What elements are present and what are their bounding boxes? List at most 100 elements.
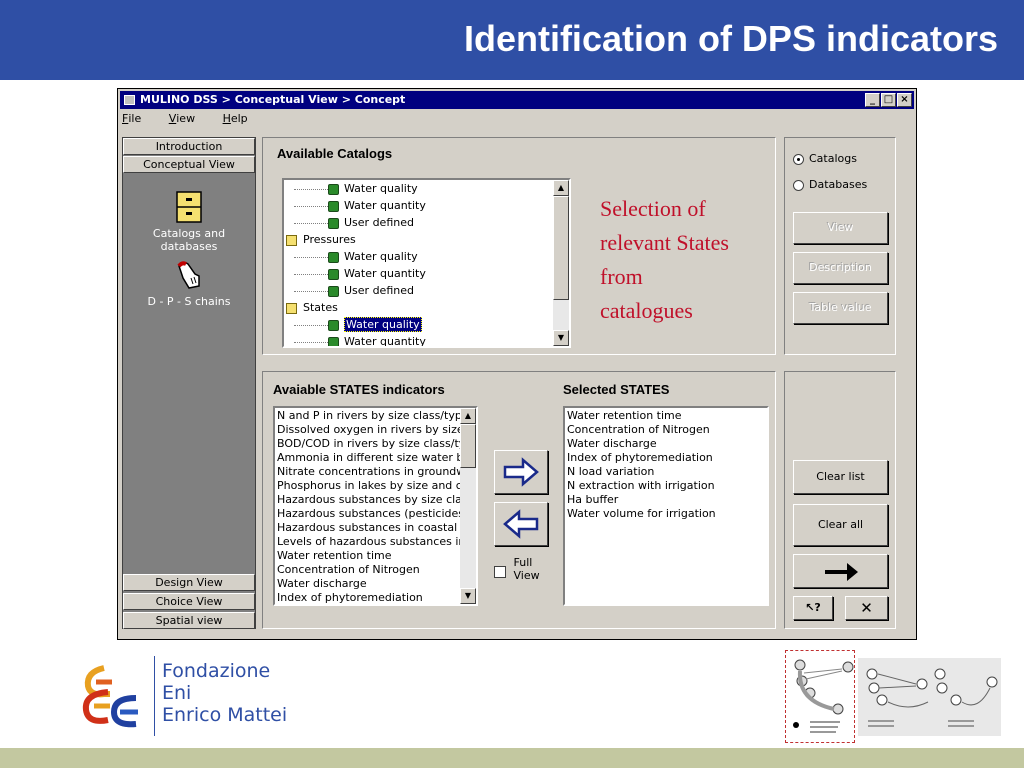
description-button[interactable]: Description (793, 252, 888, 284)
available-states-list[interactable]: N and P in rivers by size class/type Diss… (273, 406, 478, 606)
scroll-thumb[interactable] (460, 424, 476, 468)
nav-introduction[interactable]: Introduction (123, 138, 255, 155)
tree-leaf[interactable]: Water quality (286, 180, 551, 197)
catalog-tree[interactable]: Water quality Water quantity User defined P… (282, 178, 571, 348)
tree-label: Water quality (344, 317, 422, 332)
list-item[interactable]: Concentration of Nitrogen (565, 423, 767, 437)
scroll-up-icon[interactable]: ▲ (460, 408, 476, 424)
actions-panel: Clear list Clear all ↖? ✕ (784, 371, 896, 629)
catalog-tree-scrollbar[interactable]: ▲ ▼ (553, 180, 569, 346)
catalog-folder-icon (286, 234, 297, 246)
list-item[interactable]: N load variation (565, 465, 767, 479)
add-selection-button[interactable] (494, 450, 548, 494)
nav-catalogs-and-databases[interactable]: Catalogs and databases (123, 190, 255, 253)
list-item[interactable]: Index of phytoremediation (565, 451, 767, 465)
app-icon (124, 95, 135, 105)
list-item[interactable]: Levels of hazardous substances in n (275, 535, 476, 549)
list-item[interactable]: N extraction with irrigation (565, 479, 767, 493)
window-titlebar[interactable]: MULINO DSS > Conceptual View > Concept _… (120, 91, 914, 109)
scroll-down-icon[interactable]: ▼ (553, 330, 569, 346)
radio-empty-icon (793, 179, 804, 191)
tree-leaf[interactable]: Water quantity (286, 333, 551, 346)
menu-view[interactable]: View (169, 112, 195, 125)
table-value-button[interactable]: Table value (793, 292, 888, 324)
tree-connector (294, 273, 328, 275)
scroll-down-icon[interactable]: ▼ (460, 588, 476, 604)
scroll-up-icon[interactable]: ▲ (553, 180, 569, 196)
catalog-item-icon (328, 319, 339, 331)
slide-footer (0, 748, 1024, 768)
dps-chain-diagram-icon (793, 659, 854, 733)
tree-label: Water quantity (344, 267, 426, 280)
maximize-button[interactable]: □ (881, 93, 896, 107)
scroll-thumb[interactable] (553, 196, 569, 300)
next-button[interactable] (793, 554, 888, 588)
window-title: MULINO DSS > Conceptual View > Concept (140, 93, 406, 106)
list-item[interactable]: BOD/COD in rivers by size class/typ (275, 437, 472, 451)
list-item[interactable]: Ammonia in different size water bodie (275, 451, 476, 465)
minimize-button[interactable]: _ (865, 93, 880, 107)
tree-leaf[interactable]: User defined (286, 282, 551, 299)
view-button[interactable]: View (793, 212, 888, 244)
menu-file[interactable]: File (122, 112, 141, 125)
nav-tile-label: Catalogs and databases (152, 227, 226, 253)
list-item[interactable]: Water retention time (275, 549, 460, 563)
menu-help[interactable]: Help (223, 112, 248, 125)
tree-leaf[interactable]: Water quality (286, 316, 551, 333)
nav-dps-chains[interactable]: D - P - S chains (123, 258, 255, 308)
tree-connector (294, 205, 328, 207)
list-item[interactable]: Water discharge (565, 437, 767, 451)
hand-pointer-icon (177, 261, 200, 289)
nav-choice-view[interactable]: Choice View (123, 593, 255, 610)
list-item[interactable]: Hazardous substances by size class (275, 493, 473, 507)
catalogs-radio[interactable]: Catalogs (793, 152, 857, 165)
tree-leaf[interactable]: User defined (286, 214, 551, 231)
tree-leaf[interactable]: Water quality (286, 248, 551, 265)
databases-radio[interactable]: Databases (793, 178, 867, 191)
list-item[interactable]: Ha buffer (565, 493, 767, 507)
feem-logo-icon (82, 665, 138, 728)
tree-connector (294, 222, 328, 224)
list-item[interactable]: N and P in rivers by size class/type (275, 409, 469, 423)
list-item[interactable]: Water retention time (565, 409, 767, 423)
list-item[interactable]: Hazardous substances (pesticides) in (275, 507, 476, 521)
catalog-item-icon (328, 268, 339, 280)
close-panel-button[interactable]: ✕ (845, 596, 888, 620)
tree-connector (294, 341, 328, 343)
list-item[interactable]: Phosphorus in lakes by size and cate (275, 479, 476, 493)
catalog-item-icon (328, 200, 339, 212)
available-states-title: Avaiable STATES indicators (273, 382, 445, 397)
list-item[interactable]: Hazardous substances in coastal an (275, 521, 474, 535)
list-item[interactable]: Concentration of Nitrogen (275, 563, 460, 577)
tree-leaf[interactable]: Water quantity (286, 265, 551, 282)
tree-folder[interactable]: States (286, 299, 551, 316)
remove-selection-button[interactable] (494, 502, 548, 546)
choice-chain-diagram-icon (866, 668, 998, 727)
catalog-item-icon (328, 183, 339, 195)
context-help-button[interactable]: ↖? (793, 596, 833, 620)
catalog-folder-icon (286, 302, 297, 314)
cabinet-icon (176, 191, 202, 223)
list-item[interactable]: Dissolved oxygen in rivers by size cla (275, 423, 476, 437)
selected-states-list[interactable]: Water retention time Concentration of Nit… (563, 406, 769, 606)
clear-all-button[interactable]: Clear all (793, 504, 888, 546)
full-view-label: Full View (513, 556, 540, 582)
tree-leaf[interactable]: Water quantity (286, 197, 551, 214)
nav-design-view[interactable]: Design View (123, 574, 255, 591)
close-window-button[interactable]: × (897, 93, 912, 107)
nav-tile-label: D - P - S chains (147, 295, 231, 308)
full-view-checkbox[interactable]: Full View (494, 556, 540, 582)
list-item[interactable]: Water volume for irrigation (565, 507, 767, 521)
list-item[interactable]: Water discharge (275, 577, 460, 591)
available-states-scrollbar[interactable]: ▲ ▼ (460, 408, 476, 604)
tree-folder[interactable]: Pressures (286, 231, 551, 248)
list-item[interactable]: Index of phytoremediation (275, 591, 460, 604)
tree-label: User defined (344, 284, 414, 297)
nav-spatial-view[interactable]: Spatial view (123, 612, 255, 629)
clear-list-button[interactable]: Clear list (793, 460, 888, 494)
tree-label: Pressures (303, 233, 356, 246)
slide-annotation: Selection of relevant States from catalo… (600, 196, 729, 323)
nav-conceptual-view[interactable]: Conceptual View (123, 156, 255, 173)
catalog-item-icon (328, 285, 339, 297)
list-item[interactable]: Nitrate concentrations in groundwate (275, 465, 476, 479)
